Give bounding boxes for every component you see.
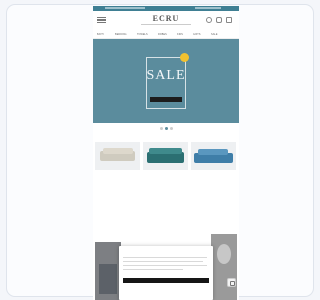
- dialog-text-line: [123, 257, 207, 258]
- hero-banner[interactable]: SALE: [93, 39, 239, 123]
- account-icon[interactable]: [216, 17, 222, 23]
- chat-icon[interactable]: [227, 278, 236, 287]
- nav-item-robes[interactable]: ROBES: [158, 33, 167, 36]
- category-image[interactable]: [95, 242, 121, 300]
- menu-icon[interactable]: [97, 17, 106, 23]
- mobile-viewport: ECRU BATH BEDDING TOWELS ROBES KIDS GIFT…: [93, 6, 239, 300]
- carousel-dot[interactable]: [159, 127, 163, 130]
- towel-image: [149, 148, 182, 154]
- promo-title: SALE: [146, 68, 186, 83]
- carousel-dots: [93, 126, 239, 130]
- main-navigation: BATH BEDDING TOWELS ROBES KIDS GIFTS SAL…: [93, 31, 239, 39]
- product-image[interactable]: [143, 142, 188, 170]
- category-image[interactable]: [211, 234, 237, 300]
- dialog-text-line: [123, 269, 183, 270]
- site-header: ECRU: [93, 11, 239, 31]
- search-icon[interactable]: [206, 17, 212, 23]
- product-card[interactable]: [95, 142, 140, 184]
- dialog-text-line: [123, 265, 207, 266]
- cookie-consent-dialog: [119, 246, 213, 300]
- product-card[interactable]: [143, 142, 188, 184]
- dialog-text-line: [123, 261, 203, 262]
- product-image[interactable]: [95, 142, 140, 170]
- nav-item-gifts[interactable]: GIFTS: [193, 33, 201, 36]
- accept-button[interactable]: [123, 278, 209, 283]
- nav-item-bath[interactable]: BATH: [97, 33, 104, 36]
- logo-tagline: [141, 24, 191, 25]
- towel-image: [198, 149, 228, 155]
- carousel-dot-active[interactable]: [164, 127, 168, 130]
- carousel-dot[interactable]: [169, 127, 173, 130]
- cart-icon[interactable]: [226, 17, 232, 23]
- towel-image: [103, 148, 133, 154]
- promo-badge: [180, 53, 189, 62]
- site-logo[interactable]: ECRU: [146, 14, 186, 23]
- announcement-text-right: [195, 7, 221, 9]
- announcement-text-left: [105, 7, 145, 9]
- nav-item-sale[interactable]: SALE: [211, 33, 218, 36]
- product-image[interactable]: [191, 142, 236, 170]
- product-card[interactable]: [191, 142, 236, 184]
- nav-item-kids[interactable]: KIDS: [177, 33, 183, 36]
- shop-now-button[interactable]: [150, 97, 182, 102]
- nav-item-bedding[interactable]: BEDDING: [115, 33, 127, 36]
- nav-item-towels[interactable]: TOWELS: [137, 33, 148, 36]
